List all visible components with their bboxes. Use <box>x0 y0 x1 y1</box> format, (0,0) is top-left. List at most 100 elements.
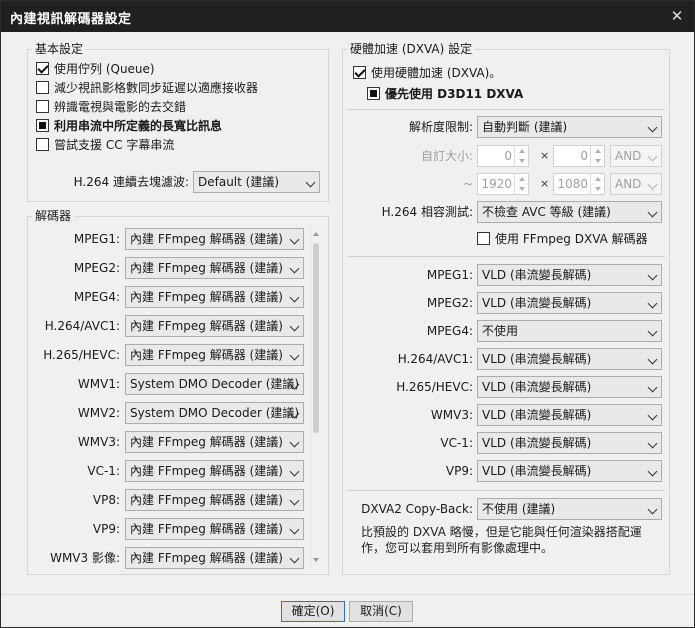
chevron-down-icon <box>647 298 658 309</box>
hw-decoder-select[interactable]: VLD (串流變長解碼) <box>477 264 662 286</box>
spin-down-icon[interactable] <box>519 159 525 163</box>
use-hw-accel-checkbox[interactable]: 使用硬體加速 (DXVA)。 <box>353 64 501 81</box>
ffmpeg-dxva-checkbox[interactable]: 使用 FFmpeg DXVA 解碼器 <box>477 230 648 247</box>
hw-decoder-label: MPEG1: <box>426 268 473 282</box>
checkbox-box[interactable] <box>36 100 49 113</box>
hw-decoder-select-value: VLD (串流變長解碼) <box>482 464 592 478</box>
decoder-select[interactable]: 內建 FFmpeg 解碼器 (建議) <box>125 286 304 308</box>
checkbox-box[interactable] <box>367 87 380 100</box>
decoder-select-value: 內建 FFmpeg 解碼器 (建議) <box>130 348 283 362</box>
decoder-select-value: 內建 FFmpeg 解碼器 (建議) <box>130 290 283 304</box>
spin-down-icon[interactable] <box>595 187 601 191</box>
max-width-spinner[interactable]: 1920 <box>477 173 529 195</box>
checkbox-box[interactable] <box>36 81 49 94</box>
decoder-select[interactable]: 內建 FFmpeg 解碼器 (建議) <box>125 518 304 540</box>
times-sign: × <box>540 149 550 162</box>
spin-buttons[interactable] <box>590 174 604 194</box>
decoder-select[interactable]: 內建 FFmpeg 解碼器 (建議) <box>125 431 304 453</box>
decoder-select[interactable]: 內建 FFmpeg 解碼器 (建議) <box>125 315 304 337</box>
chevron-down-icon <box>647 122 658 133</box>
close-icon[interactable]: ✕ <box>660 1 694 32</box>
min-width-spinner[interactable]: 0 <box>477 145 529 167</box>
compat-test-select[interactable]: 不檢查 AVC 等級 (建議) <box>477 201 662 223</box>
copyback-value: 不使用 (建議) <box>482 502 556 516</box>
res-limit-label: 解析度限制: <box>408 120 473 134</box>
dialog-footer: 確定(O) 取消(C) <box>1 594 694 627</box>
compat-test-value: 不檢查 AVC 等級 (建議) <box>482 205 611 219</box>
decoder-label: MPEG1: <box>73 232 120 246</box>
spin-buttons[interactable] <box>590 146 604 166</box>
basic-option-label: 嘗試支援 CC 字幕串流 <box>54 138 175 152</box>
compat-test-label: H.264 相容測試: <box>381 205 473 219</box>
basic-option-label: 使用佇列 (Queue) <box>54 62 155 76</box>
basic-option-4[interactable]: 嘗試支援 CC 字幕串流 <box>36 136 174 153</box>
decoder-select[interactable]: 內建 FFmpeg 解碼器 (建議) <box>125 344 304 366</box>
decoder-label: MPEG2: <box>73 261 120 275</box>
deblock-select-value: Default (建議) <box>198 175 280 189</box>
decoder-select[interactable]: System DMO Decoder (建議) <box>125 373 304 395</box>
decoder-select[interactable]: 內建 FFmpeg 解碼器 (建議) <box>125 228 304 250</box>
decoder-select[interactable]: 內建 FFmpeg 解碼器 (建議) <box>125 257 304 279</box>
spin-up-icon[interactable] <box>595 177 601 181</box>
basic-option-2[interactable]: 辨識電視與電影的去交錯 <box>36 98 186 115</box>
window-title: 內建視訊解碼器設定 <box>10 12 132 27</box>
res-limit-select[interactable]: 自動判斷 (建議) <box>477 116 662 138</box>
spin-up-icon[interactable] <box>595 149 601 153</box>
decoder-select-value: System DMO Decoder (建議) <box>130 377 300 391</box>
spin-down-icon[interactable] <box>519 187 525 191</box>
hw-decoder-select[interactable]: VLD (串流變長解碼) <box>477 460 662 482</box>
custom-size-label: 自訂大小: <box>420 149 473 163</box>
hw-decoder-label: VC-1: <box>440 436 473 450</box>
deblock-select[interactable]: Default (建議) <box>193 171 320 193</box>
prefer-d3d11-checkbox[interactable]: 優先使用 D3D11 DXVA <box>367 85 523 102</box>
decoder-select-value: System DMO Decoder (建議) <box>130 406 300 420</box>
spin-up-icon[interactable] <box>519 177 525 181</box>
spin-up-icon[interactable] <box>519 149 525 153</box>
ok-button[interactable]: 確定(O) <box>281 601 345 622</box>
max-and-value: AND <box>615 177 642 191</box>
decoder-select[interactable]: 內建 FFmpeg 解碼器 (建議) <box>125 547 304 569</box>
spin-down-icon[interactable] <box>595 159 601 163</box>
spin-buttons[interactable] <box>514 174 528 194</box>
min-and-select[interactable]: AND <box>610 145 662 167</box>
decoder-select[interactable]: System DMO Decoder (建議) <box>125 402 304 424</box>
scroll-up-icon[interactable] <box>313 232 319 236</box>
hw-decoder-select[interactable]: 不使用 <box>477 320 662 342</box>
max-and-select[interactable]: AND <box>610 173 662 195</box>
decoders-scrollbar[interactable] <box>310 227 321 567</box>
scroll-down-icon[interactable] <box>313 558 319 562</box>
decoder-label: WMV3 影像: <box>50 551 120 565</box>
basic-option-0[interactable]: 使用佇列 (Queue) <box>36 60 155 77</box>
copyback-label: DXVA2 Copy-Back: <box>361 502 473 516</box>
hw-decoder-select[interactable]: VLD (串流變長解碼) <box>477 404 662 426</box>
copyback-select[interactable]: 不使用 (建議) <box>477 498 662 520</box>
hw-decoder-select[interactable]: VLD (串流變長解碼) <box>477 292 662 314</box>
cancel-button[interactable]: 取消(C) <box>349 601 413 622</box>
chevron-down-icon <box>647 438 658 449</box>
chevron-down-icon <box>289 234 300 245</box>
decoder-select[interactable]: 內建 FFmpeg 解碼器 (建議) <box>125 460 304 482</box>
checkbox-box[interactable] <box>36 138 49 151</box>
checkbox-box[interactable] <box>353 66 366 79</box>
times-sign: × <box>540 177 550 190</box>
checkbox-box[interactable] <box>36 62 49 75</box>
decoder-select[interactable]: 內建 FFmpeg 解碼器 (建議) <box>125 489 304 511</box>
hw-decoder-select[interactable]: VLD (串流變長解碼) <box>477 432 662 454</box>
scroll-thumb[interactable] <box>313 243 319 433</box>
dialog-body: 基本設定 使用佇列 (Queue) 減少視訊影格數同步延遲以適應接收器 辨識電視與電… <box>1 32 694 594</box>
decoder-select-value: 內建 FFmpeg 解碼器 (建議) <box>130 232 283 246</box>
res-limit-value: 自動判斷 (建議) <box>482 120 568 134</box>
spin-buttons[interactable] <box>514 146 528 166</box>
min-height-spinner[interactable]: 0 <box>553 145 605 167</box>
chevron-down-icon <box>647 151 658 162</box>
decoder-label: VC-1: <box>87 464 120 478</box>
hw-decoder-select[interactable]: VLD (串流變長解碼) <box>477 376 662 398</box>
basic-option-3[interactable]: 利用串流中所定義的長寬比訊息 <box>36 117 222 134</box>
chevron-down-icon <box>289 321 300 332</box>
max-height-value: 1080 <box>557 177 588 191</box>
basic-option-1[interactable]: 減少視訊影格數同步延遲以適應接收器 <box>36 79 258 96</box>
hw-decoder-select[interactable]: VLD (串流變長解碼) <box>477 348 662 370</box>
checkbox-box[interactable] <box>36 119 49 132</box>
checkbox-box[interactable] <box>477 232 490 245</box>
max-height-spinner[interactable]: 1080 <box>553 173 605 195</box>
